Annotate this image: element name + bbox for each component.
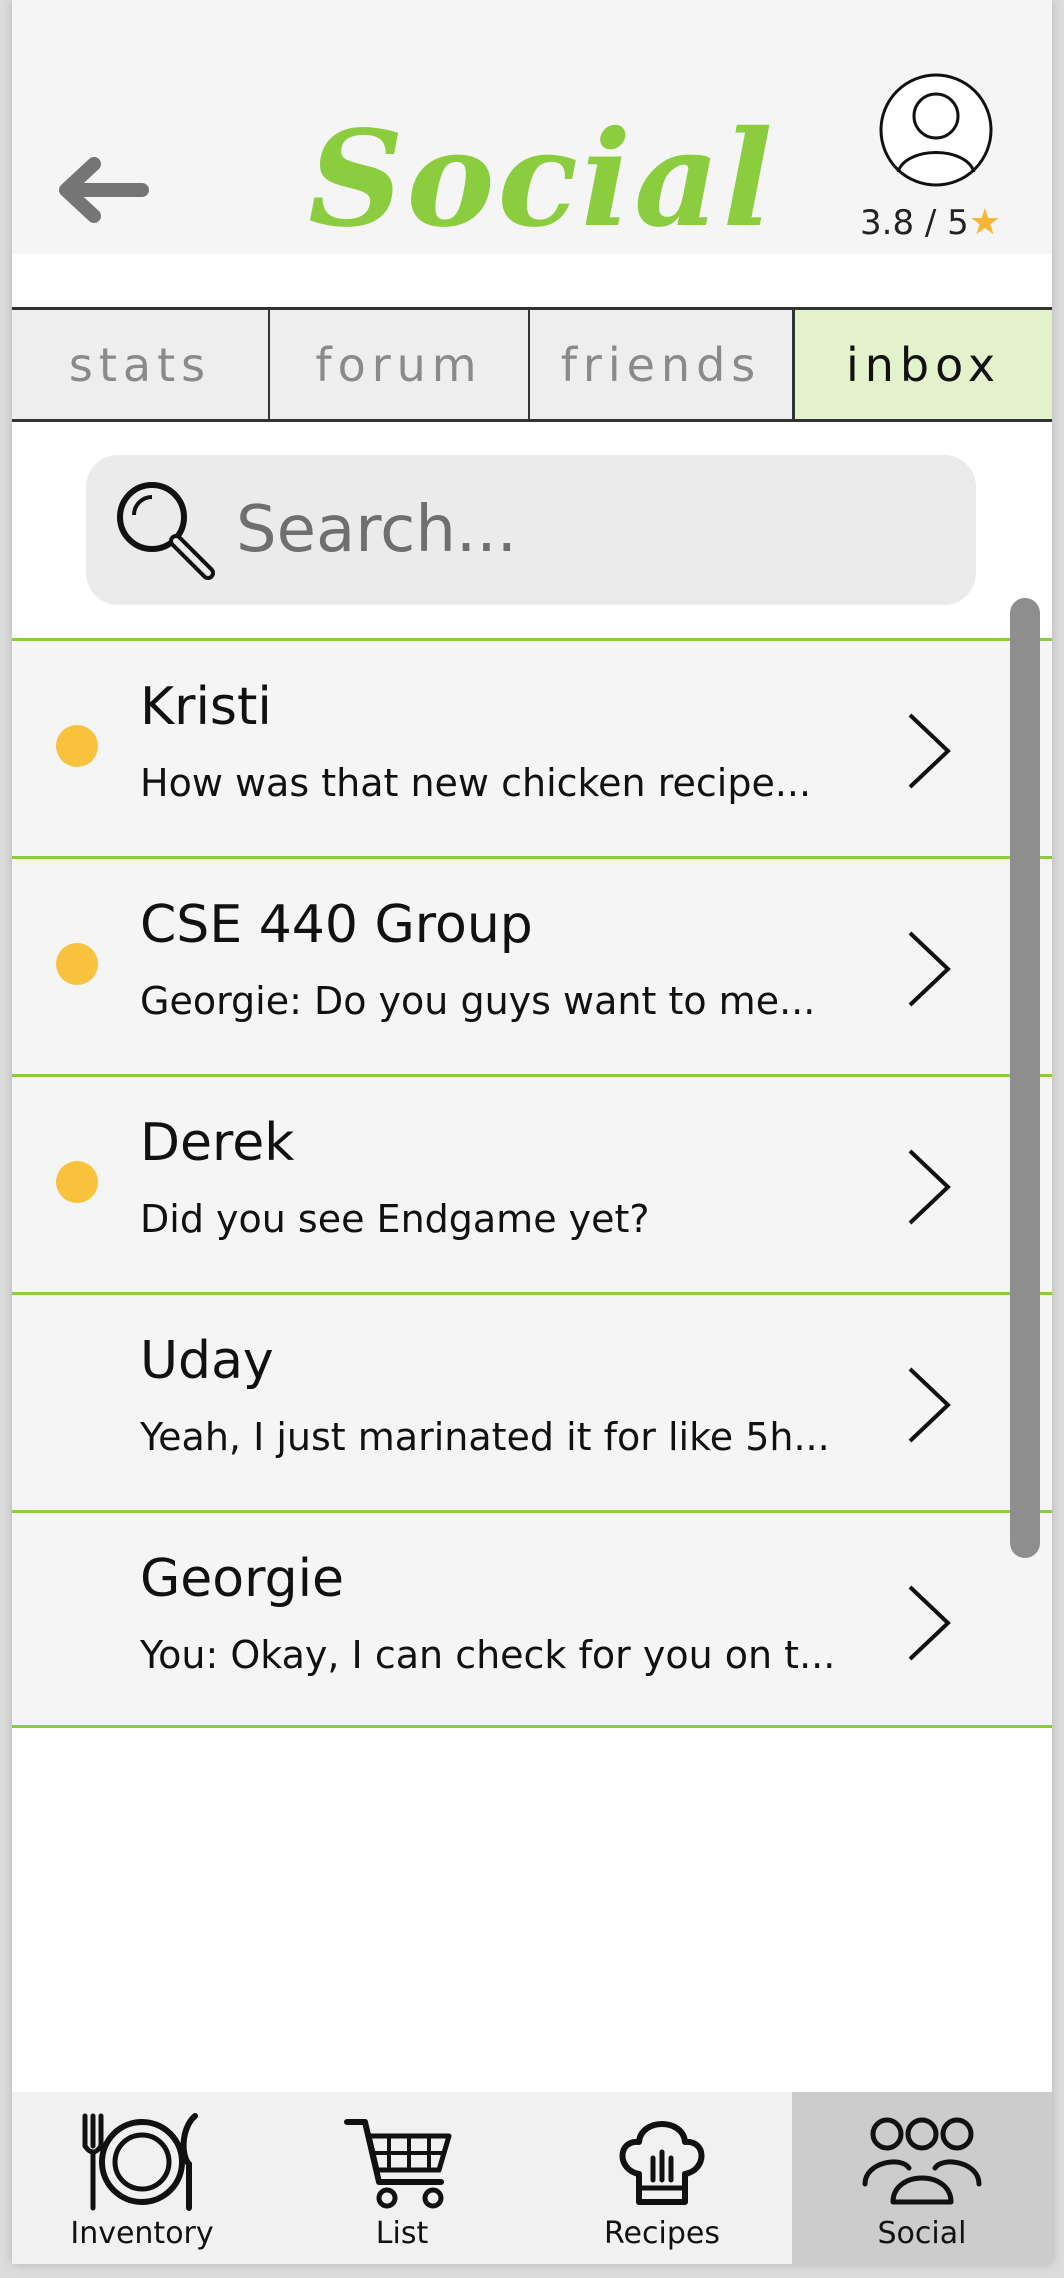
chevron-right-icon	[908, 931, 951, 1007]
tab-stats[interactable]: stats	[12, 310, 270, 419]
tab-inbox[interactable]: inbox	[794, 310, 1052, 419]
nav-recipes[interactable]: Recipes	[532, 2092, 792, 2264]
phone-screen: Social 3.8 / 5★ stats forum friends inbo…	[12, 0, 1052, 2264]
tab-friends[interactable]: friends	[530, 310, 794, 419]
unread-dot-icon	[56, 725, 98, 767]
nav-label: Recipes	[604, 2216, 720, 2251]
rating-value: 3.8 / 5	[860, 203, 969, 243]
search-icon	[117, 482, 215, 580]
conversation-row[interactable]: Derek Did you see Endgame yet?	[12, 1074, 1052, 1292]
nav-social[interactable]: Social	[792, 2092, 1052, 2264]
conversation-preview: Yeah, I just marinated it for like 5h...	[140, 1415, 830, 1459]
plate-utensils-icon	[82, 2113, 198, 2211]
back-arrow-icon	[59, 157, 149, 223]
conversation-preview: Did you see Endgame yet?	[140, 1197, 650, 1241]
conversation-list: Kristi How was that new chicken recipe..…	[12, 638, 1052, 1728]
tab-forum[interactable]: forum	[270, 310, 530, 419]
list-scrollbar[interactable]	[1010, 598, 1040, 1558]
nav-inventory[interactable]: Inventory	[12, 2092, 272, 2264]
nav-label: List	[375, 2216, 429, 2251]
page-title: Social	[308, 102, 776, 257]
nav-list[interactable]: List	[272, 2092, 532, 2264]
conversation-preview: How was that new chicken recipe...	[140, 761, 812, 805]
chevron-right-icon	[908, 1367, 951, 1443]
conversation-name: Uday	[140, 1331, 274, 1391]
nav-label: Social	[877, 2216, 967, 2251]
conversation-preview: You: Okay, I can check for you on t...	[140, 1633, 836, 1677]
shopping-cart-icon	[344, 2119, 452, 2209]
unread-dot-icon	[56, 1161, 98, 1203]
user-avatar-icon	[879, 73, 993, 187]
conversation-name: Georgie	[140, 1549, 345, 1609]
conversation-row[interactable]: Kristi How was that new chicken recipe..…	[12, 638, 1052, 856]
conversation-row[interactable]: Uday Yeah, I just marinated it for like …	[12, 1292, 1052, 1510]
user-rating: 3.8 / 5★	[860, 198, 1030, 248]
people-group-icon	[862, 2117, 982, 2205]
profile-button[interactable]: 3.8 / 5★	[860, 72, 1030, 248]
conversation-name: CSE 440 Group	[140, 895, 533, 955]
conversation-preview: Georgie: Do you guys want to me...	[140, 979, 816, 1023]
unread-dot-icon	[56, 943, 98, 985]
chevron-right-icon	[908, 713, 951, 789]
conversation-name: Derek	[140, 1113, 295, 1173]
chevron-right-icon	[908, 1585, 951, 1661]
bottom-nav: Inventory List Recipes Social	[12, 2092, 1052, 2264]
header: Social 3.8 / 5★	[12, 0, 1052, 257]
conversation-name: Kristi	[140, 677, 272, 737]
tab-bar: stats forum friends inbox	[12, 307, 1052, 422]
conversation-row[interactable]: Georgie You: Okay, I can check for you o…	[12, 1510, 1052, 1728]
nav-label: Inventory	[70, 2216, 214, 2251]
star-icon: ★	[968, 202, 1002, 243]
conversation-row[interactable]: CSE 440 Group Georgie: Do you guys want …	[12, 856, 1052, 1074]
back-button[interactable]	[52, 150, 152, 230]
search-input[interactable]	[236, 475, 936, 585]
chef-hat-icon	[619, 2121, 705, 2205]
chevron-right-icon	[908, 1149, 951, 1225]
search-bar[interactable]	[86, 455, 976, 605]
